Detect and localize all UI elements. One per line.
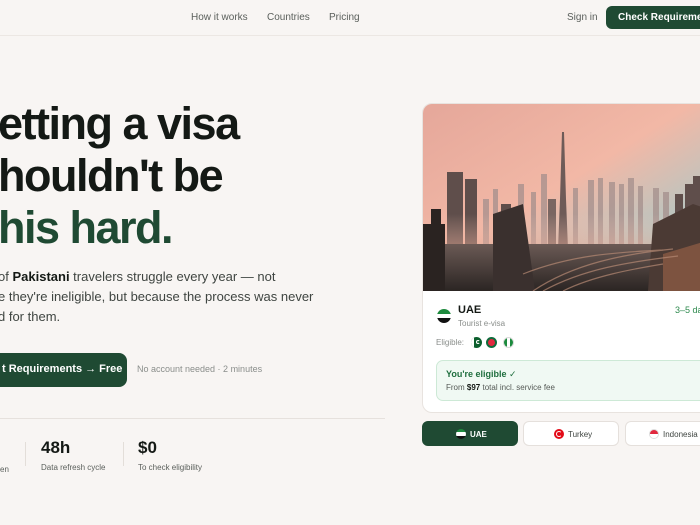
hero-title-line3: his hard. [0,202,174,253]
hero-sub-post: travelers struggle every year — not [69,269,276,284]
country-chip-turkey[interactable]: Turkey [523,421,619,446]
stat-3-value: $0 [138,438,157,457]
country-chip-indonesia[interactable]: Indonesia [625,421,700,446]
visa-type: Tourist e-visa [458,319,506,328]
hero-sub-line2: e they're ineligible, but because the pr… [0,289,314,304]
destination-card[interactable]: UAE Tourist e-visa 3–5 da Eligible: You'… [422,103,700,413]
destination-country: UAE [458,304,482,316]
stats-divider [0,418,385,419]
price-prefix: From [446,383,467,392]
stat-separator [25,442,26,466]
country-chip-label: UAE [470,430,487,439]
price-summary: From $97 total incl. service fee [446,383,555,392]
processing-time: 3–5 da [675,305,700,315]
stat-2: 48h Data refresh cycle [41,438,105,472]
eligible-label: Eligible: [436,338,465,347]
country-chip-label: Turkey [568,430,593,439]
uae-flag-icon [437,309,451,323]
city-skyline-image [423,104,700,291]
stat-separator [123,442,124,466]
nigeria-flag-icon [503,337,514,348]
sign-in-link[interactable]: Sign in [567,12,598,23]
eligibility-result-box: You're eligible ✓ From $97 total incl. s… [436,360,700,401]
eligibility-status: You're eligible ✓ [446,369,517,379]
nav-how-it-works-link[interactable]: How it works [191,12,248,23]
hero-title-line2: houldn't be [0,150,224,201]
hero-title: etting a visa houldn't be his hard. [0,98,240,254]
price-suffix: total incl. service fee [480,383,555,392]
hero-sub-pre: of [0,269,9,284]
nav-check-requirements-button[interactable]: Check Requirements [606,6,700,29]
top-nav: How it works Countries Pricing Sign in C… [0,0,700,36]
stat-2-label: Data refresh cycle [41,463,106,472]
country-chip-label: Indonesia [663,430,698,439]
stat-3: $0 To check eligibility [138,438,202,472]
pakistan-flag-icon [471,337,482,348]
hero-title-line1: etting a visa [0,98,240,149]
stat-2-value: 48h [41,438,71,457]
uae-flag-icon [456,429,466,439]
hero-check-requirements-button[interactable]: t Requirements → Free [0,353,127,387]
nav-pricing-link[interactable]: Pricing [329,12,360,23]
hero-note: No account needed · 2 minutes [137,364,263,374]
hero-subtitle: of Pakistani travelers struggle every ye… [0,267,328,327]
price-amount: $97 [466,383,481,392]
hero-sub-line3: d for them. [0,309,61,324]
indonesia-flag-icon [649,429,659,439]
hero-sub-highlight: Pakistani [12,269,70,284]
stat-1-label: en [0,465,9,474]
country-chip-uae[interactable]: UAE [422,421,518,446]
bangladesh-flag-icon [486,337,497,348]
stat-1: en [0,438,9,474]
stat-3-label: To check eligibility [138,463,203,472]
nav-countries-link[interactable]: Countries [267,12,310,23]
turkey-flag-icon [554,429,564,439]
